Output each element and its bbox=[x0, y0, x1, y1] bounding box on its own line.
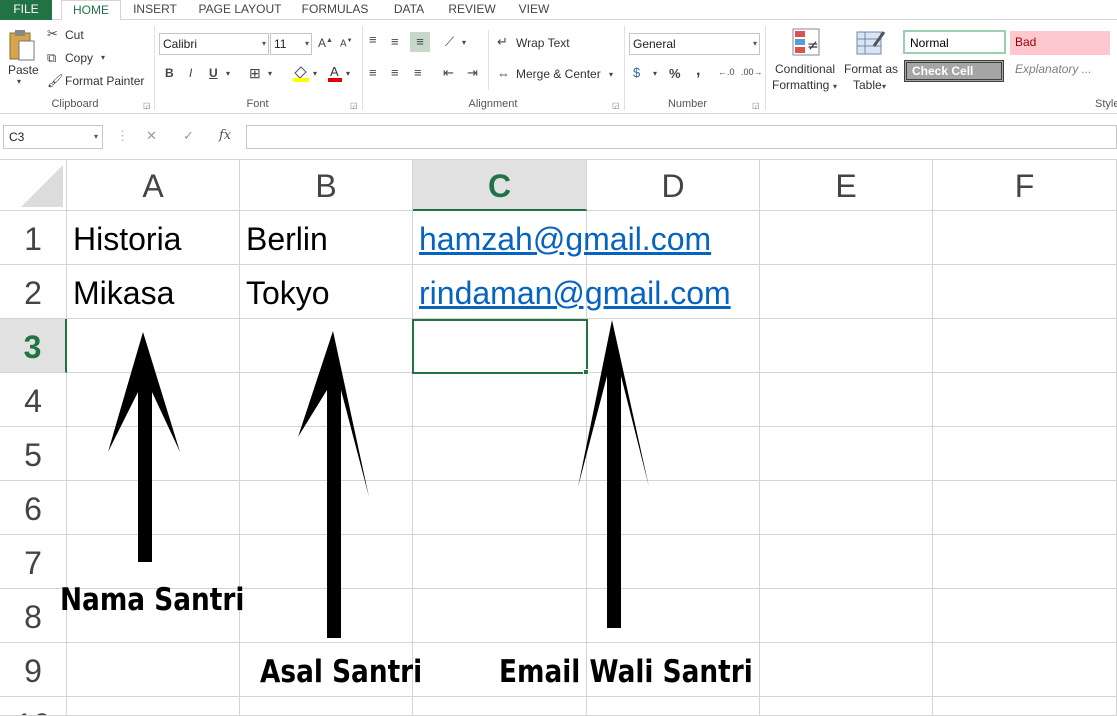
arrow-asal-santri bbox=[298, 331, 369, 638]
arrow-email-wali bbox=[578, 320, 649, 628]
annotation-email-wali-santri: Email Wali Santri bbox=[499, 654, 753, 690]
arrow-nama-santri bbox=[108, 332, 180, 562]
annotation-asal-santri: Asal Santri bbox=[260, 654, 423, 690]
annotation-nama-santri: Nama Santri bbox=[60, 582, 245, 618]
